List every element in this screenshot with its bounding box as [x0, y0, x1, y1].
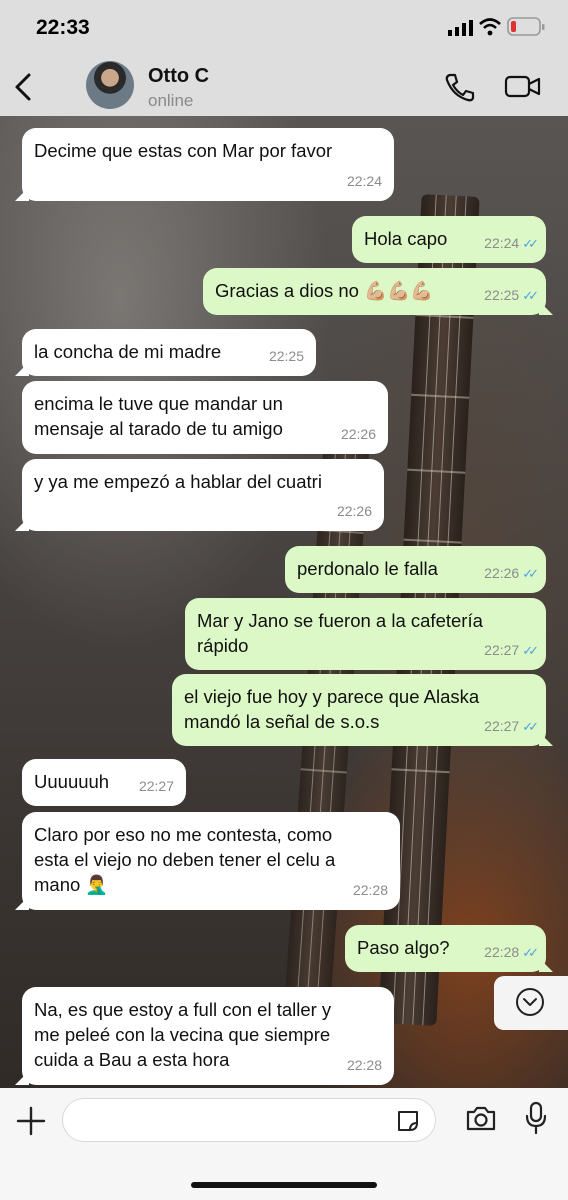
- chevron-down-icon: [523, 998, 537, 1006]
- status-bar: 22:33: [0, 0, 568, 58]
- home-indicator: [191, 1182, 377, 1188]
- microphone-icon[interactable]: [524, 1101, 548, 1135]
- message-time: 22:28: [484, 944, 520, 960]
- read-ticks-icon: ✓✓: [522, 288, 539, 303]
- message-incoming[interactable]: Claro por eso no me contesta, como esta …: [22, 812, 400, 910]
- message-time: 22:28: [352, 882, 388, 898]
- read-ticks-icon: ✓✓: [522, 719, 539, 734]
- message-outgoing[interactable]: Gracias a dios no 💪🏼💪🏼💪🏼 22:25 ✓✓: [203, 268, 546, 315]
- message-incoming[interactable]: encima le tuve que mandar un mensaje al …: [22, 381, 388, 454]
- wifi-icon: [479, 18, 501, 36]
- contact-name[interactable]: Otto C: [148, 65, 209, 88]
- message-outgoing[interactable]: perdonalo le falla 22:26 ✓✓: [285, 546, 546, 593]
- message-outgoing[interactable]: Paso algo? 22:28 ✓✓: [345, 925, 546, 972]
- message-text: Na, es que estoy a full con el taller y …: [34, 999, 332, 1070]
- message-time: 22:26: [484, 565, 520, 581]
- read-ticks-icon: ✓✓: [522, 945, 539, 960]
- message-time: 22:27: [484, 718, 520, 734]
- message-time: 22:27: [138, 778, 174, 794]
- message-incoming[interactable]: Decime que estas con Mar por favor 22:24: [22, 128, 394, 201]
- message-time: 22:24: [484, 235, 520, 251]
- read-ticks-icon: ✓✓: [522, 566, 539, 581]
- message-time: 22:24: [346, 173, 382, 189]
- message-input[interactable]: [62, 1098, 436, 1142]
- message-time: 22:25: [484, 287, 520, 303]
- read-ticks-icon: ✓✓: [522, 236, 539, 251]
- chat-header: Otto C online: [0, 58, 568, 116]
- message-time: 22:27: [484, 642, 520, 658]
- message-time: 22:25: [268, 348, 304, 364]
- message-outgoing[interactable]: Mar y Jano se fueron a la cafetería rápi…: [185, 598, 546, 670]
- camera-icon[interactable]: [465, 1104, 497, 1132]
- contact-status: online: [148, 91, 194, 110]
- plus-icon[interactable]: [16, 1106, 46, 1136]
- message-outgoing[interactable]: Hola capo 22:24 ✓✓: [352, 216, 546, 263]
- message-text: el viejo fue hoy y parece que Alaska man…: [184, 686, 480, 732]
- message-time: 22:26: [336, 503, 372, 519]
- read-ticks-icon: ✓✓: [522, 643, 539, 658]
- video-call-icon[interactable]: [504, 74, 542, 100]
- message-outgoing[interactable]: el viejo fue hoy y parece que Alaska man…: [172, 674, 546, 746]
- sticker-icon[interactable]: [395, 1109, 421, 1133]
- message-text: encima le tuve que mandar un mensaje al …: [34, 393, 283, 439]
- message-incoming[interactable]: Uuuuuuh 22:27: [22, 759, 186, 806]
- message-incoming[interactable]: Na, es que estoy a full con el taller y …: [22, 987, 394, 1085]
- message-text: y ya me empezó a hablar del cuatri: [34, 471, 322, 492]
- status-time: 22:33: [36, 16, 90, 39]
- phone-icon[interactable]: [444, 72, 476, 102]
- scroll-to-bottom-button[interactable]: [494, 976, 568, 1030]
- signal-icon: [448, 20, 473, 36]
- message-text: Decime que estas con Mar por favor: [34, 140, 333, 161]
- message-time: 22:26: [340, 426, 376, 442]
- back-arrow-icon[interactable]: [12, 72, 34, 102]
- message-incoming[interactable]: la concha de mi madre 22:25: [22, 329, 316, 376]
- message-text: Claro por eso no me contesta, como esta …: [34, 824, 336, 895]
- message-text: la concha de mi madre: [34, 341, 222, 362]
- battery-icon: [507, 17, 545, 36]
- message-time: 22:28: [346, 1057, 382, 1073]
- message-incoming[interactable]: y ya me empezó a hablar del cuatri 22:26: [22, 459, 384, 531]
- avatar[interactable]: [86, 61, 134, 109]
